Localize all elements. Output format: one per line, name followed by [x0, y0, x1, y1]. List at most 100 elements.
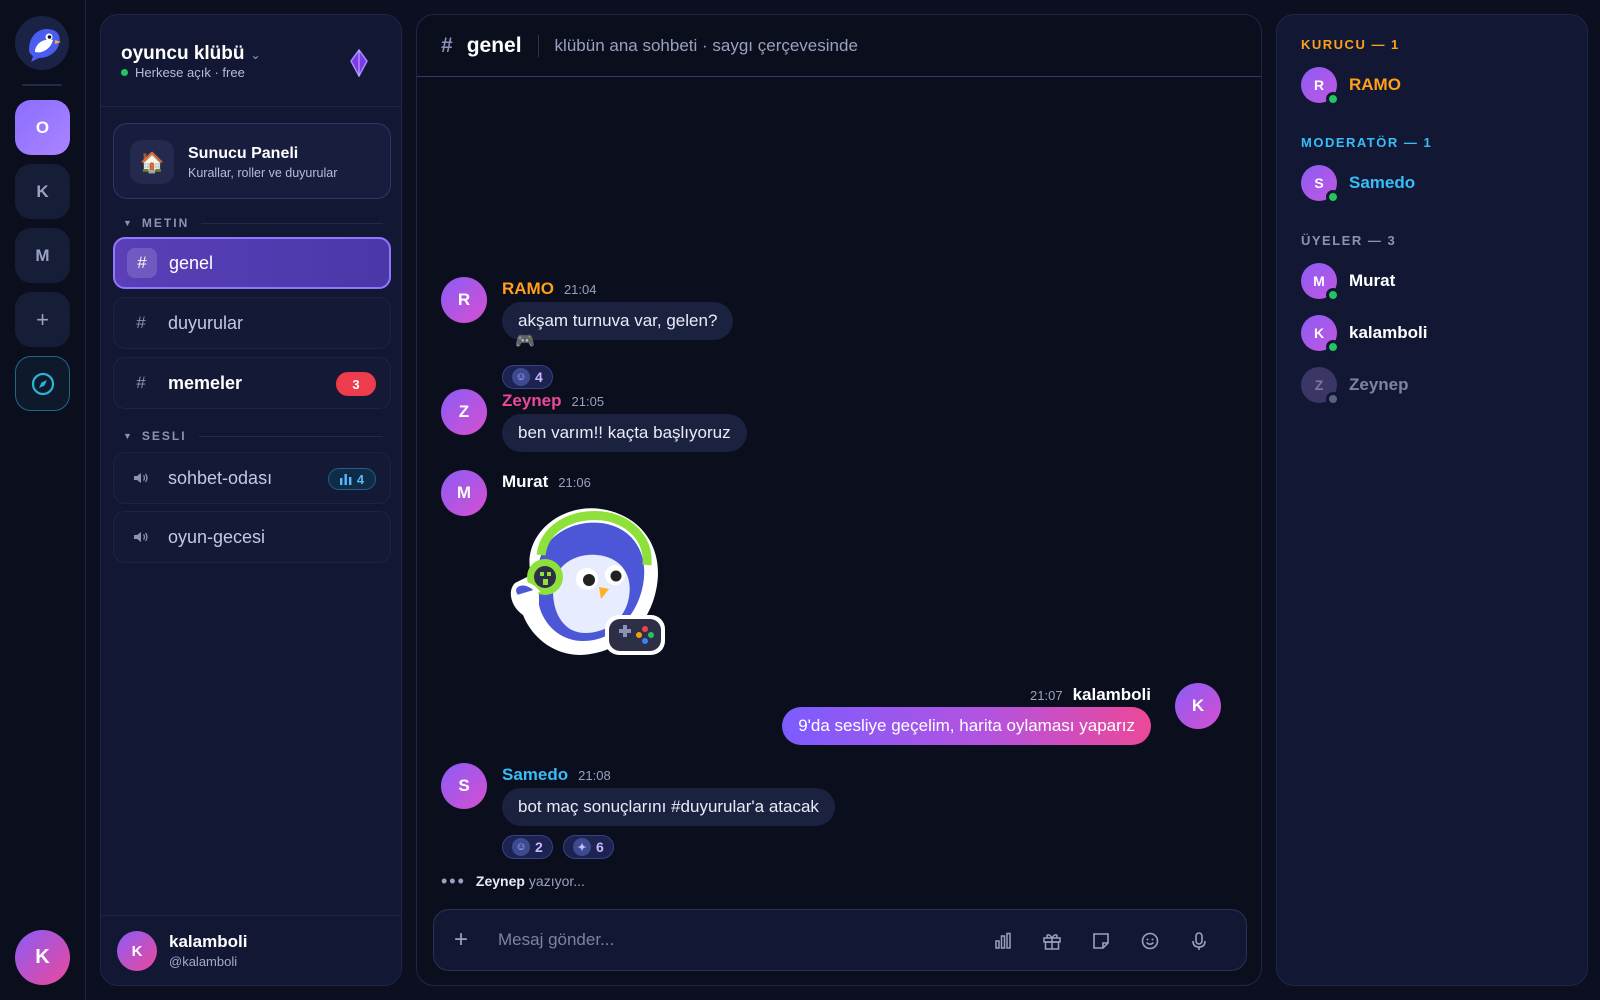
member-item[interactable]: M Murat: [1301, 263, 1395, 302]
member-item[interactable]: Z Zeynep: [1301, 367, 1409, 406]
message-text: ben varım!! kaçta başlıyoruz: [518, 423, 731, 442]
member-name: RAMO: [1349, 75, 1401, 94]
server-icon-k[interactable]: K: [15, 164, 70, 219]
member-avatar: K: [1301, 315, 1340, 354]
emoji-icon[interactable]: [1139, 930, 1161, 952]
server-panel-card[interactable]: 🏠 Sunucu Paneli Kurallar, roller ve duyu…: [113, 123, 391, 199]
avatar-initial: R: [1313, 77, 1325, 93]
hash-icon: #: [136, 313, 146, 332]
server-name-text: oyuncu klübü: [121, 43, 245, 64]
server-header[interactable]: oyuncu klübü ⌄ Herkese açık · free: [101, 15, 401, 107]
message-meta: Zeynep 21:05: [502, 391, 604, 411]
message-input[interactable]: [498, 930, 978, 950]
reaction-chip[interactable]: ☺ 2: [502, 835, 553, 859]
user-handle: @kalamboli: [169, 954, 238, 969]
channel-label: duyurular: [168, 312, 244, 333]
server-name[interactable]: oyuncu klübü ⌄: [121, 43, 261, 65]
attach-plus-icon[interactable]: +: [454, 926, 478, 954]
avatar-initial: R: [457, 290, 471, 309]
message-text: bot maç sonuçlarını #duyurular'a atacak: [518, 797, 819, 816]
explore-button[interactable]: [15, 356, 70, 411]
member-item[interactable]: R RAMO: [1301, 67, 1401, 106]
server-icon-m[interactable]: M: [15, 228, 70, 283]
category-text[interactable]: ▼ METIN: [123, 216, 383, 230]
server-rail: O K M + K: [0, 0, 86, 1000]
channel-panel: oyuncu klübü ⌄ Herkese açık · free 🏠 Sunu…: [100, 14, 402, 986]
message-avatar[interactable]: K: [1175, 683, 1221, 729]
house-emoji: 🏠: [139, 151, 165, 174]
app-window: O K M + K oyuncu klübü ⌄ Herkese açık · f…: [0, 0, 1600, 1000]
channel-memeler[interactable]: # memeler 3: [113, 357, 391, 409]
gamepad-emoji: 🎮: [515, 331, 535, 351]
channel-genel[interactable]: # genel: [113, 237, 391, 289]
hash-icon: #: [136, 373, 146, 392]
user-avatar[interactable]: K: [117, 931, 157, 971]
add-server-button[interactable]: +: [15, 292, 70, 347]
boost-gem-icon[interactable]: [349, 49, 369, 77]
user-bar[interactable]: K kalamboli @kalamboli: [101, 915, 401, 985]
message-author[interactable]: Zeynep: [502, 391, 562, 411]
message-author[interactable]: Samedo: [502, 765, 568, 785]
sticker-icon[interactable]: [1090, 930, 1112, 952]
server-initial: O: [35, 117, 50, 137]
house-icon: 🏠: [130, 140, 174, 184]
category-label: SESLI: [141, 429, 187, 443]
app-logo[interactable]: [15, 16, 69, 70]
channel-label: sohbet-odası: [168, 467, 273, 488]
member-name: kalamboli: [1349, 323, 1428, 342]
message-text: 9'da sesliye geçelim, harita oylaması ya…: [798, 716, 1135, 735]
typing-text: yazıyor...: [528, 873, 585, 889]
role-header-members: ÜYELER — 3: [1301, 233, 1397, 248]
hash-icon: #: [441, 33, 453, 57]
reaction-chip[interactable]: ☺ 4: [502, 365, 553, 389]
reaction-count: 4: [535, 369, 543, 385]
message-meta: Samedo 21:08: [502, 765, 611, 785]
chevron-down-icon: ⌄: [250, 48, 261, 62]
chat-area: # genel klübün ana sohbeti · saygı çerçe…: [416, 14, 1262, 986]
member-item[interactable]: K kalamboli: [1301, 315, 1428, 354]
message-author[interactable]: kalamboli: [1073, 685, 1151, 705]
member-item[interactable]: S Samedo: [1301, 165, 1415, 204]
message-avatar[interactable]: Z: [441, 389, 487, 435]
avatar-initial: Z: [458, 402, 470, 421]
channel-duyurular[interactable]: # duyurular: [113, 297, 391, 349]
gift-icon[interactable]: [1041, 930, 1063, 952]
message-meta: 21:07 kalamboli: [1030, 685, 1151, 705]
category-voice[interactable]: ▼ SESLI: [123, 429, 383, 443]
message-bubble: akşam turnuva var, gelen?: [502, 302, 734, 340]
speaker-icon: [126, 463, 156, 493]
mic-icon[interactable]: [1188, 930, 1210, 952]
sticker-icon: ☺: [512, 838, 530, 856]
gamer-bird-sticker[interactable]: [501, 495, 671, 665]
reaction-count: 6: [596, 839, 604, 855]
current-user-avatar[interactable]: K: [15, 930, 70, 985]
message-avatar[interactable]: S: [441, 763, 487, 809]
message-avatar[interactable]: M: [441, 470, 487, 516]
voice-channel-oyun-gecesi[interactable]: oyun-gecesi: [113, 511, 391, 563]
bars-icon: [339, 474, 352, 485]
voice-channel-sohbet-odasi[interactable]: sohbet-odası 4: [113, 452, 391, 504]
channel-title: genel: [466, 33, 522, 57]
avatar-initial: S: [458, 776, 470, 795]
rail-separator: [22, 84, 62, 86]
avatar-initial: M: [1313, 273, 1325, 289]
message-author[interactable]: RAMO: [502, 279, 554, 299]
emoji-text: 🎮: [515, 333, 535, 350]
role-header-founder: KURUCU — 1: [1301, 37, 1400, 52]
avatar-initial: S: [1314, 175, 1324, 191]
reaction-chip[interactable]: ✦ 6: [563, 835, 614, 859]
server-icon-o[interactable]: O: [15, 100, 70, 155]
chevron-down-icon: ▼: [123, 218, 134, 228]
compass-icon: [31, 372, 54, 395]
chat-header: # genel klübün ana sohbeti · saygı çerçe…: [417, 15, 1261, 77]
user-name: kalamboli: [169, 932, 248, 951]
message-time: 21:06: [558, 475, 591, 490]
message-meta: Murat 21:06: [502, 472, 591, 492]
online-status-icon: [1326, 190, 1340, 204]
typing-dots-icon: •••: [441, 871, 466, 891]
message-avatar[interactable]: R: [441, 277, 487, 323]
panel-card-subtitle: Kurallar, roller ve duyurular: [188, 166, 338, 180]
divider: [537, 34, 539, 57]
poll-icon[interactable]: [992, 930, 1014, 952]
message-author[interactable]: Murat: [502, 472, 548, 492]
